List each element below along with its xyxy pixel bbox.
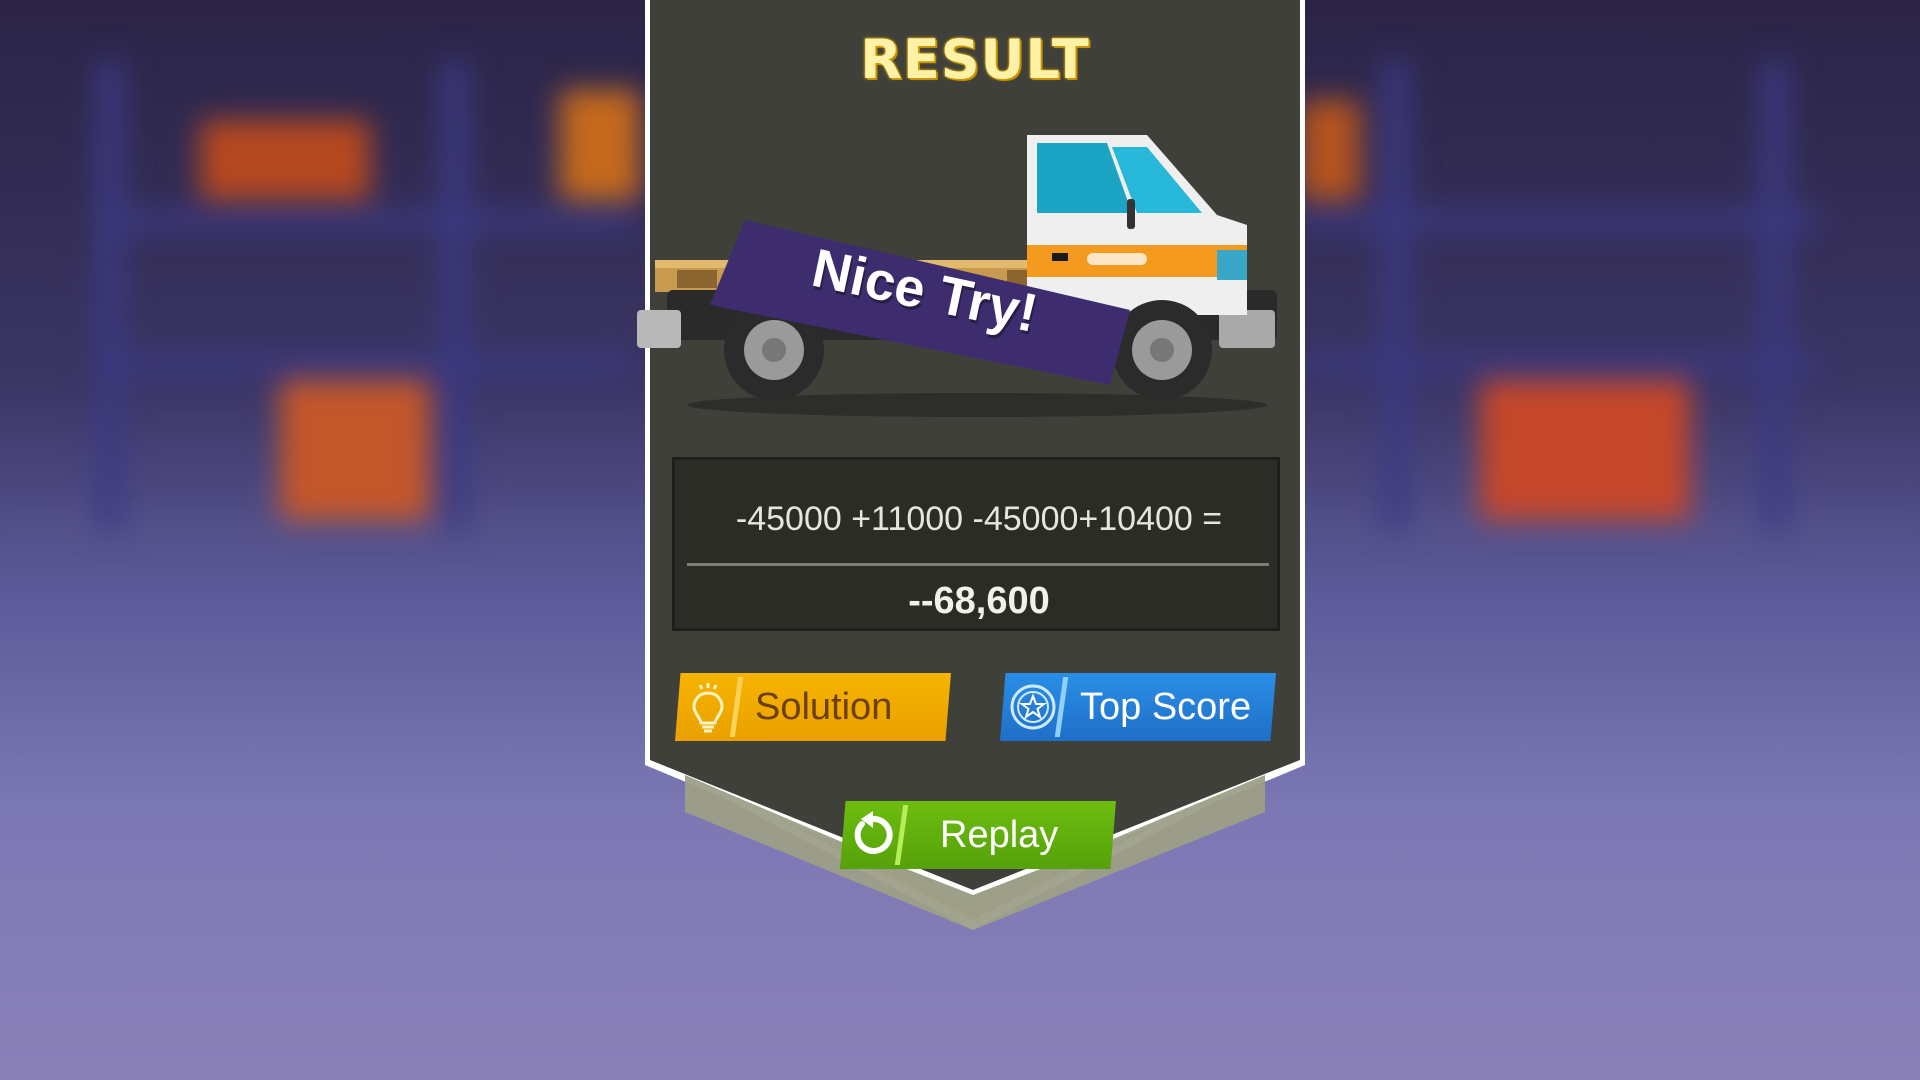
top-score-button[interactable]: Top Score [1000,673,1276,741]
replay-arrow-icon [840,801,909,869]
top-score-label: Top Score [1080,685,1252,728]
solution-label: Solution [755,685,893,728]
replay-button[interactable]: Replay [840,801,1116,869]
answer-text: --68,600 [908,580,1050,622]
solution-button[interactable]: Solution [675,673,951,741]
replay-label: Replay [940,813,1059,856]
lightbulb-icon [675,673,744,741]
star-badge-icon [1000,673,1069,741]
result-title: RESULT [860,28,1090,91]
result-panel: RESULT Nice Try! -45000 +11000 -45000+10… [637,0,1305,940]
equation-text: -45000 +11000 -45000+10400 = [735,500,1223,538]
equation-divider [687,563,1269,566]
equation-box: -45000 +11000 -45000+10400 = --68,600 [672,457,1280,631]
